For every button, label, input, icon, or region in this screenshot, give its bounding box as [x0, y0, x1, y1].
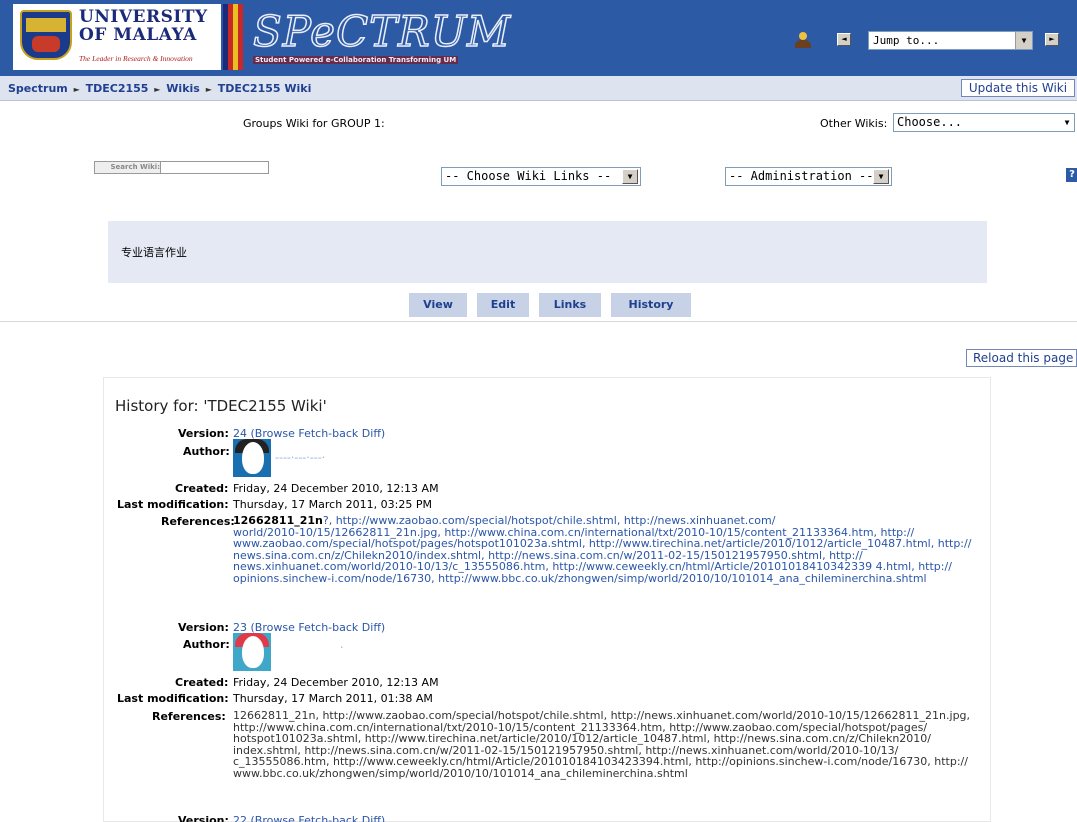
reference-line: hotspot101023a.shtml, http://www.tirechi… [233, 732, 931, 745]
modified-label: Last modification: [117, 692, 229, 705]
other-wikis-value: Choose... [897, 115, 963, 129]
breadcrumb-separator-icon: ► [154, 85, 161, 94]
author-avatar[interactable] [233, 439, 271, 477]
created-label: Created: [175, 482, 229, 495]
author-avatar[interactable] [233, 633, 271, 671]
flag-strip [223, 4, 243, 70]
wiki-links-value: -- Choose Wiki Links -- [445, 169, 612, 183]
breadcrumb-separator-icon: ► [205, 85, 212, 94]
search-wiki-label: Search Wiki: [95, 162, 161, 173]
modified-label: Last modification: [117, 498, 229, 511]
version-link[interactable]: 22 [233, 814, 247, 822]
tab-links[interactable]: Links [539, 293, 601, 317]
history-title: History for: 'TDEC2155 Wiki' [115, 397, 327, 415]
breadcrumb-separator-icon: ► [73, 85, 80, 94]
fetch-back-link[interactable]: Fetch-back [298, 814, 358, 822]
diff-link[interactable]: Diff [362, 621, 381, 634]
created-label: Created: [175, 676, 229, 689]
references-list: 12662811_21n?, http://www.zaobao.com/spe… [233, 515, 1003, 584]
search-wiki-input[interactable]: Search Wiki: [94, 161, 269, 174]
fetch-back-link[interactable]: Fetch-back [298, 427, 358, 440]
tagline: The Leader in Research & Innovation [79, 54, 193, 63]
wiki-links-select[interactable]: -- Choose Wiki Links -- ▼ [441, 167, 641, 186]
diff-link[interactable]: Diff [362, 814, 381, 822]
reference-line: 12662811_21n, http://www.zaobao.com/spec… [233, 709, 971, 722]
author-name[interactable]: · [340, 641, 344, 654]
breadcrumb-wikis[interactable]: Wikis [166, 82, 200, 95]
uni-name-line1: UNIVERSITY [79, 7, 208, 27]
created-value: Friday, 24 December 2010, 12:13 AM [233, 676, 439, 689]
references-label: References: [152, 710, 226, 723]
spectrum-subtitle: Student Powered e-Collaboration Transfor… [253, 56, 459, 64]
reload-page-button[interactable]: Reload this page [966, 349, 1077, 367]
next-arrow-icon[interactable]: ► [1045, 33, 1059, 46]
reference-line: www.bbc.co.uk/zhongwen/simp/world/2010/1… [233, 766, 688, 780]
version-value: 22 (Browse Fetch-back Diff) [233, 814, 385, 822]
divider [0, 321, 1077, 322]
chevron-down-icon: ▼ [1064, 118, 1070, 127]
administration-select[interactable]: -- Administration -- ▼ [725, 167, 892, 186]
fetch-back-link[interactable]: Fetch-back [298, 621, 358, 634]
references-label: References: [161, 515, 235, 528]
author-label: Author: [183, 638, 230, 651]
jump-to-select[interactable]: Jump to... ▼ [868, 31, 1033, 50]
user-icon[interactable] [794, 32, 812, 48]
modified-value: Thursday, 17 March 2011, 01:38 AM [233, 692, 433, 705]
other-wikis-label: Other Wikis: [820, 117, 888, 130]
tab-view[interactable]: View [409, 293, 467, 317]
prev-arrow-icon[interactable]: ◄ [837, 33, 851, 46]
breadcrumb-course[interactable]: TDEC2155 [86, 82, 149, 95]
breadcrumb-current: TDEC2155 Wiki [217, 82, 312, 95]
tab-edit[interactable]: Edit [477, 293, 529, 317]
breadcrumb-spectrum[interactable]: Spectrum [8, 82, 68, 95]
reference-line[interactable]: news.xinhuanet.com/world/2010-10/13/c_13… [233, 561, 1003, 573]
jump-to-value: Jump to... [873, 34, 940, 47]
help-icon[interactable]: ? [1066, 168, 1077, 182]
version-label: Version: [178, 621, 229, 634]
chevron-down-icon: ▼ [1015, 32, 1032, 49]
groups-wiki-label: Groups Wiki for GROUP 1: [243, 117, 385, 130]
created-value: Friday, 24 December 2010, 12:13 AM [233, 482, 439, 495]
administration-value: -- Administration -- [729, 169, 874, 183]
reference-line[interactable]: www.zaobao.com/special/hotspot/pages/hot… [233, 538, 1003, 550]
diff-link[interactable]: Diff [362, 427, 381, 440]
crest-icon [20, 10, 72, 60]
breadcrumb: Spectrum ► TDEC2155 ► Wikis ► TDEC2155 W… [8, 82, 311, 95]
wiki-page-text: 专业语言作业 [121, 246, 187, 259]
references-list: 12662811_21n, http://www.zaobao.com/spec… [233, 710, 1003, 779]
version-label: Version: [178, 427, 229, 440]
site-header: UNIVERSITY OF MALAYA The Leader in Resea… [0, 0, 1077, 76]
author-name[interactable]: ----·---·---· [275, 451, 325, 464]
update-wiki-button[interactable]: Update this Wiki [961, 79, 1075, 97]
reference-line: c_13555086.htm, http://www.ceweekly.cn/h… [233, 755, 968, 768]
browse-link[interactable]: Browse [255, 814, 295, 822]
tab-history[interactable]: History [611, 293, 691, 317]
other-wikis-select[interactable]: Choose... ▼ [893, 113, 1075, 132]
reference-line[interactable]: opinions.sinchew-i.com/node/16730, http:… [233, 572, 1003, 585]
uni-name-line2: OF MALAYA [79, 25, 197, 45]
chevron-down-icon: ▼ [873, 169, 889, 184]
spectrum-logo[interactable]: SPeCTRUM [252, 9, 511, 55]
wiki-content-box: 专业语言作业 [108, 221, 987, 283]
breadcrumb-bar: Spectrum ► TDEC2155 ► Wikis ► TDEC2155 W… [0, 76, 1077, 101]
author-label: Author: [183, 445, 230, 458]
university-logo[interactable]: UNIVERSITY OF MALAYA The Leader in Resea… [13, 4, 221, 70]
chevron-down-icon: ▼ [622, 169, 638, 184]
version-label: Version: [178, 814, 229, 822]
modified-value: Thursday, 17 March 2011, 03:25 PM [233, 498, 432, 511]
